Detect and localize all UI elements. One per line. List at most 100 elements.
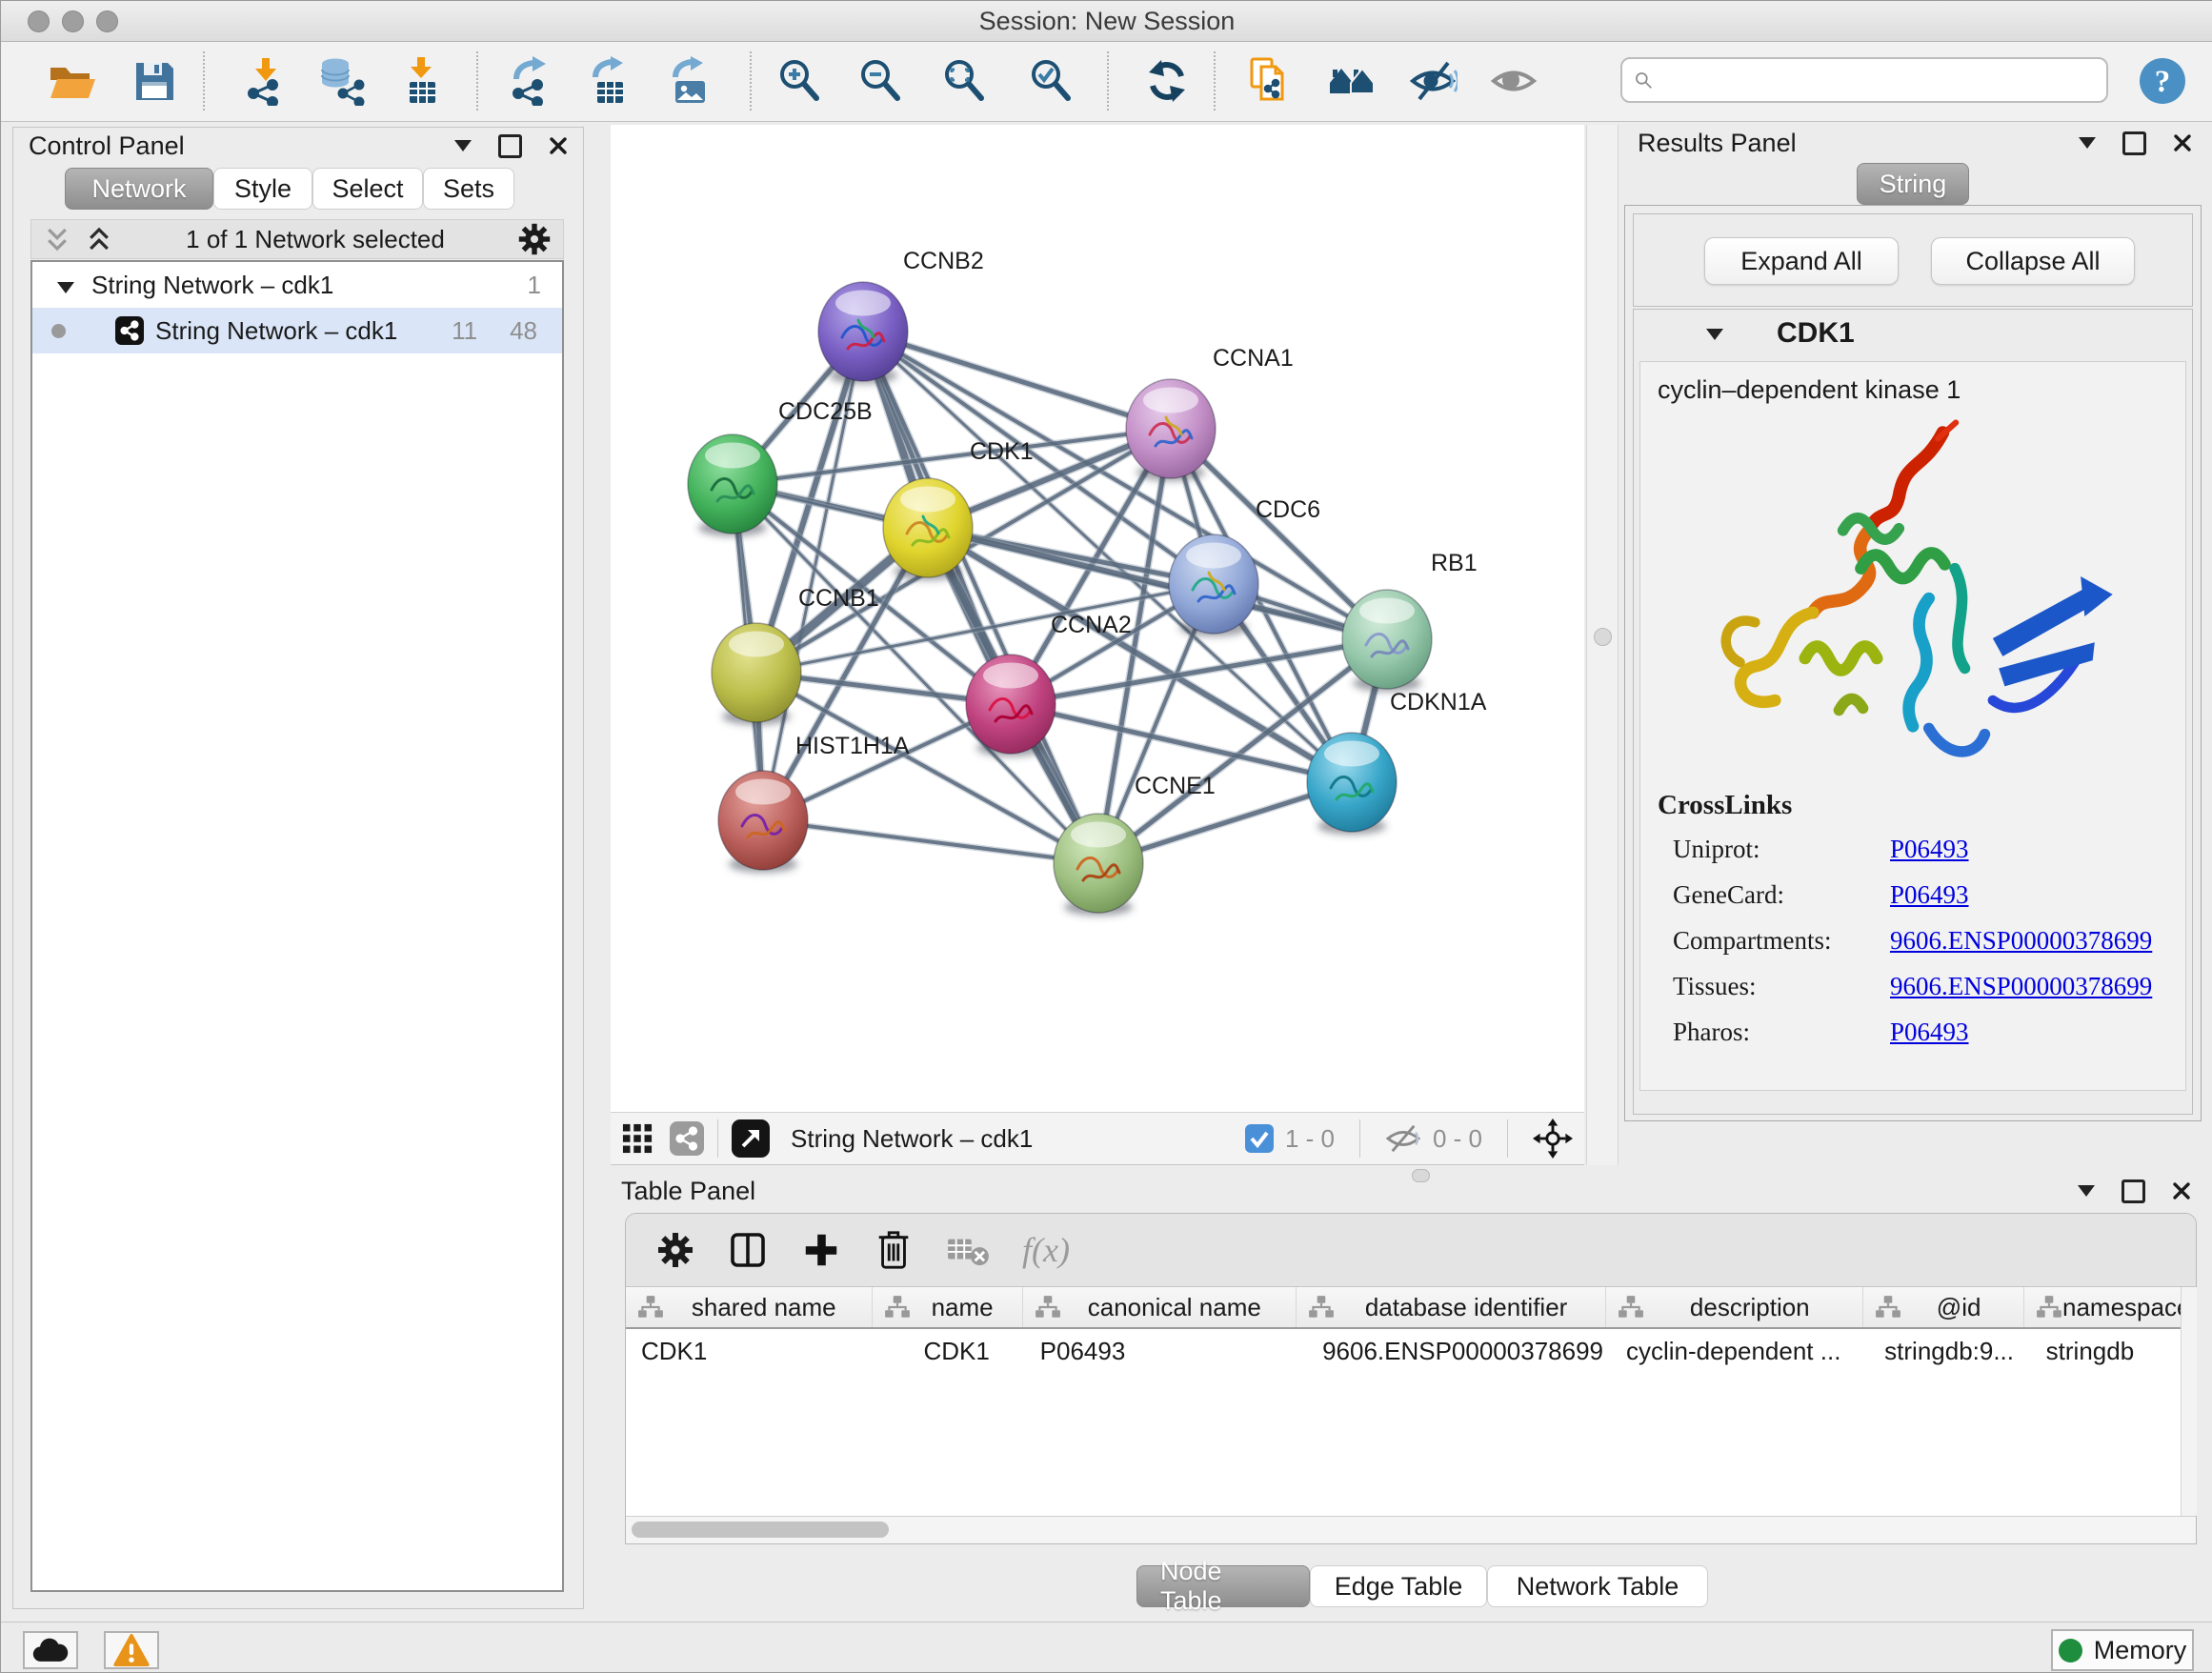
table-row[interactable]: CDK1 CDK1 P06493 9606.ENSP00000378699 cy… — [626, 1329, 2196, 1373]
tab-style[interactable]: Style — [213, 168, 312, 210]
panel-menu-icon[interactable] — [2079, 137, 2096, 149]
eye-icon[interactable] — [1488, 55, 1539, 107]
column-header[interactable]: shared name — [626, 1287, 873, 1327]
gear-icon[interactable] — [517, 222, 552, 256]
import-network-icon[interactable] — [240, 55, 292, 107]
delete-table-icon[interactable] — [946, 1232, 990, 1268]
network-edge[interactable] — [863, 332, 1171, 429]
import-table-icon[interactable] — [395, 55, 447, 107]
birds-eye-grid-icon[interactable] — [622, 1123, 653, 1154]
column-header[interactable]: canonical name — [1023, 1287, 1297, 1327]
crosslink-label: Pharos: — [1673, 1018, 1890, 1047]
crosslink-pharos[interactable]: P06493 — [1890, 1018, 1969, 1047]
refresh-icon[interactable] — [1141, 55, 1193, 107]
crosslink-genecard[interactable]: P06493 — [1890, 880, 1969, 910]
results-buttons-box: Expand All Collapse All — [1633, 213, 2193, 307]
hidden-counts: 0 - 0 — [1433, 1124, 1482, 1154]
tree-collapse-icon[interactable] — [57, 282, 74, 293]
network-tree: String Network – cdk1 1 String Network –… — [30, 260, 564, 1592]
panel-menu-icon[interactable] — [2078, 1185, 2095, 1197]
crosslink-label: Compartments: — [1673, 926, 1890, 956]
toolbar-separator — [203, 51, 205, 111]
select-columns-icon[interactable] — [727, 1229, 769, 1271]
panel-float-icon[interactable] — [2122, 131, 2146, 155]
node-label: CDC25B — [778, 398, 873, 425]
help-icon[interactable]: ? — [2137, 55, 2188, 107]
column-header[interactable]: name — [873, 1287, 1023, 1327]
column-header[interactable]: database identifier — [1297, 1287, 1606, 1327]
open-in-window-icon[interactable] — [732, 1119, 770, 1158]
panel-close-icon[interactable] — [2173, 133, 2192, 152]
open-session-icon[interactable] — [45, 55, 96, 107]
panel-float-icon[interactable] — [2122, 1179, 2145, 1203]
duplicate-network-icon[interactable] — [1244, 55, 1296, 107]
tab-string[interactable]: String — [1857, 163, 1969, 205]
selected-checkbox-icon[interactable] — [1245, 1124, 1274, 1153]
tab-node-table[interactable]: Node Table — [1136, 1565, 1310, 1607]
network-svg[interactable]: CCNB2CCNA1CDC25BCDK1CDC6RB1CCNB1CCNA2CDK… — [611, 125, 1584, 1112]
control-panel: Control Panel Network Style Select Sets … — [12, 127, 584, 1609]
panel-close-icon[interactable] — [549, 136, 568, 155]
table-gear-icon[interactable] — [656, 1231, 694, 1269]
tab-network-table[interactable]: Network Table — [1487, 1565, 1708, 1607]
main-toolbar: ? — [1, 42, 2212, 122]
tab-select[interactable]: Select — [312, 168, 423, 210]
crosshair-icon[interactable] — [1533, 1119, 1573, 1159]
panel-menu-icon[interactable] — [454, 140, 472, 151]
network-edge[interactable] — [763, 820, 1098, 863]
function-builder-button[interactable]: f(x) — [1022, 1230, 1070, 1270]
vertical-splitter-grip[interactable] — [1594, 628, 1612, 646]
hidden-eye-slash-icon[interactable] — [1385, 1123, 1421, 1154]
section-collapse-icon[interactable] — [1706, 329, 1723, 340]
horizontal-scrollbar[interactable] — [626, 1516, 2196, 1543]
collapse-all-icon[interactable] — [43, 225, 71, 253]
scrollbar-thumb[interactable] — [632, 1522, 889, 1538]
crosslink-uniprot[interactable]: P06493 — [1890, 835, 1969, 864]
node-details: cyclin–dependent kinase 1 — [1639, 361, 2186, 1091]
warnings-button[interactable] — [104, 1631, 159, 1669]
zoom-in-icon[interactable] — [774, 55, 825, 107]
expand-all-icon[interactable] — [85, 225, 113, 253]
column-header[interactable]: namespace — [2024, 1287, 2196, 1327]
title-bar: Session: New Session — [1, 1, 2212, 42]
network-share-icon[interactable] — [670, 1121, 704, 1156]
node-label: CDC6 — [1256, 496, 1320, 523]
export-network-icon[interactable] — [505, 55, 556, 107]
houses-icon[interactable] — [1326, 55, 1377, 107]
navbar-separator — [1507, 1119, 1508, 1158]
network-row-selected[interactable]: String Network – cdk1 11 48 — [32, 308, 562, 353]
cloud-button[interactable] — [23, 1631, 78, 1669]
expand-all-button[interactable]: Expand All — [1704, 237, 1899, 285]
tab-network[interactable]: Network — [65, 168, 213, 210]
tab-sets[interactable]: Sets — [423, 168, 514, 210]
memory-button[interactable]: Memory — [2051, 1629, 2194, 1671]
vertical-scrollbar[interactable] — [2181, 1287, 2197, 1516]
hide-graphics-icon[interactable] — [1407, 55, 1458, 107]
network-collection-row[interactable]: String Network – cdk1 1 — [32, 262, 562, 308]
save-session-icon[interactable] — [129, 55, 180, 107]
crosslink-tissues[interactable]: 9606.ENSP00000378699 — [1890, 972, 2152, 1001]
node-label: HIST1H1A — [795, 733, 910, 759]
export-table-icon[interactable] — [584, 55, 635, 107]
panel-float-icon[interactable] — [498, 134, 522, 158]
crosslinks-heading: CrossLinks — [1658, 790, 2168, 821]
network-edge[interactable] — [1011, 704, 1352, 782]
node-label: CDK1 — [970, 438, 1034, 465]
add-column-icon[interactable] — [801, 1230, 841, 1270]
collection-label: String Network – cdk1 — [91, 271, 333, 300]
network-badge-icon — [115, 316, 144, 345]
zoom-fit-icon[interactable] — [938, 55, 990, 107]
search-input[interactable] — [1662, 66, 2095, 95]
collapse-all-button[interactable]: Collapse All — [1931, 237, 2135, 285]
tab-edge-table[interactable]: Edge Table — [1310, 1565, 1487, 1607]
export-image-icon[interactable] — [664, 55, 715, 107]
column-header[interactable]: description — [1606, 1287, 1863, 1327]
import-network-from-database-icon[interactable] — [316, 55, 368, 107]
panel-close-icon[interactable] — [2172, 1181, 2191, 1200]
crosslink-compartments[interactable]: 9606.ENSP00000378699 — [1890, 926, 2152, 956]
vertical-splitter[interactable] — [1586, 125, 1619, 1165]
zoom-out-icon[interactable] — [855, 55, 906, 107]
delete-column-icon[interactable] — [874, 1228, 914, 1272]
zoom-selected-icon[interactable] — [1025, 55, 1076, 107]
column-header[interactable]: @id — [1863, 1287, 2024, 1327]
